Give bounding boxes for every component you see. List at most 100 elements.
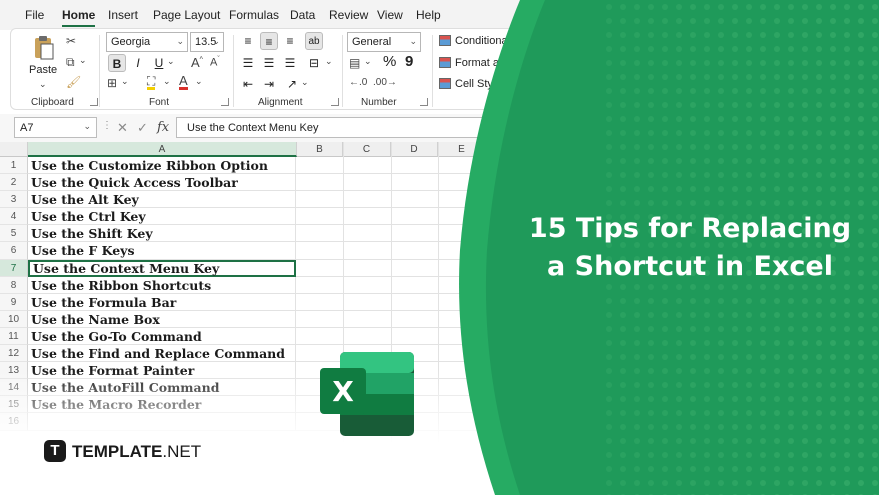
number-format-select[interactable]: General ⌄ bbox=[347, 32, 421, 52]
insert-function-icon[interactable]: fx bbox=[157, 120, 169, 135]
column-header-b[interactable]: B bbox=[297, 142, 343, 157]
menu-view[interactable]: View bbox=[377, 8, 403, 22]
accounting-format-icon[interactable]: ▤ bbox=[349, 56, 360, 70]
name-box[interactable]: A7 ⌄ bbox=[14, 117, 97, 138]
row-header[interactable]: 12 bbox=[0, 345, 28, 363]
cell-a[interactable]: Use the Find and Replace Command bbox=[28, 345, 296, 363]
align-right-icon[interactable]: ☰ bbox=[281, 54, 299, 72]
align-middle-icon[interactable]: ≡ bbox=[260, 32, 278, 50]
alignment-launcher-icon[interactable] bbox=[331, 98, 339, 106]
percent-button[interactable]: % bbox=[383, 53, 396, 70]
cut-icon[interactable]: ✂ bbox=[66, 34, 76, 48]
format-as-table-button[interactable]: Format as Table bbox=[439, 57, 534, 69]
clipboard-launcher-icon[interactable] bbox=[90, 98, 98, 106]
cell-a[interactable]: Use the Ctrl Key bbox=[28, 208, 296, 226]
column-header-a[interactable]: A bbox=[28, 142, 297, 157]
paste-label[interactable]: Paste bbox=[29, 64, 57, 76]
table-row: Use the Formula Bar bbox=[28, 293, 879, 311]
decrease-font-icon[interactable]: Aˇ bbox=[210, 56, 220, 69]
row-header[interactable]: 4 bbox=[0, 208, 28, 226]
decrease-decimal-icon[interactable]: .00→ bbox=[373, 77, 397, 88]
menu-formulas[interactable]: Formulas bbox=[229, 8, 279, 22]
row-header[interactable]: 3 bbox=[0, 191, 28, 209]
menu-home[interactable]: Home bbox=[62, 8, 96, 27]
italic-button[interactable]: I bbox=[129, 54, 147, 72]
fill-color-icon[interactable]: ⛶ bbox=[147, 75, 156, 90]
paste-icon[interactable] bbox=[33, 35, 55, 61]
row-header[interactable]: 8 bbox=[0, 276, 28, 294]
font-size-select[interactable]: 13.5 ⌄ bbox=[190, 32, 224, 52]
increase-font-icon[interactable]: A^ bbox=[191, 55, 203, 70]
bold-button[interactable]: B bbox=[108, 54, 126, 72]
cell-a[interactable]: Use the Shift Key bbox=[28, 225, 296, 243]
row-header[interactable]: 5 bbox=[0, 225, 28, 243]
increase-indent-icon[interactable]: ⇥ bbox=[260, 75, 278, 93]
divider bbox=[432, 35, 433, 107]
wrap-text-icon[interactable]: ab bbox=[305, 32, 323, 50]
font-color-dropdown-icon[interactable]: ⌄ bbox=[195, 76, 203, 87]
copy-icon[interactable]: ⧉ bbox=[66, 55, 75, 70]
table-row: Use the Quick Access Toolbar bbox=[28, 174, 879, 192]
conditional-formatting-button[interactable]: Conditional Forma bbox=[439, 35, 545, 47]
menu-page-layout[interactable]: Page Layout bbox=[153, 8, 220, 22]
number-launcher-icon[interactable] bbox=[420, 98, 428, 106]
row-header[interactable]: 2 bbox=[0, 174, 28, 192]
cell-a[interactable]: Use the Go-To Command bbox=[28, 327, 296, 345]
borders-icon[interactable]: ⊞ bbox=[107, 76, 117, 90]
cell-a[interactable]: Use the Name Box bbox=[28, 310, 296, 328]
cell-a[interactable]: Use the Quick Access Toolbar bbox=[28, 174, 296, 192]
menu-file[interactable]: File bbox=[25, 8, 44, 22]
accounting-dropdown-icon[interactable]: ⌄ bbox=[364, 56, 372, 67]
headline-line-1: 15 Tips for Replacing bbox=[528, 213, 852, 244]
menu-review[interactable]: Review bbox=[329, 8, 368, 22]
column-header-c[interactable]: C bbox=[343, 142, 391, 157]
fill-color-dropdown-icon[interactable]: ⌄ bbox=[163, 76, 171, 87]
merge-center-icon[interactable]: ⊟ bbox=[305, 54, 323, 72]
cell-a[interactable]: Use the F Keys bbox=[28, 242, 296, 260]
increase-decimal-icon[interactable]: ←.0 bbox=[349, 77, 367, 88]
cell-styles-button[interactable]: Cell Styles bbox=[439, 78, 507, 90]
column-header-d[interactable]: D bbox=[391, 142, 438, 157]
font-color-icon[interactable]: A bbox=[179, 74, 188, 90]
row-header[interactable]: 9 bbox=[0, 293, 28, 311]
menu-insert[interactable]: Insert bbox=[108, 8, 138, 22]
align-center-icon[interactable]: ☰ bbox=[260, 54, 278, 72]
row-header[interactable]: 11 bbox=[0, 327, 28, 346]
row-header[interactable]: 7 bbox=[0, 259, 28, 277]
copy-dropdown-icon[interactable]: ⌄ bbox=[79, 55, 87, 66]
font-launcher-icon[interactable] bbox=[221, 98, 229, 106]
cell-a[interactable]: Use the Customize Ribbon Option bbox=[28, 157, 296, 174]
orientation-dropdown-icon[interactable]: ⌄ bbox=[301, 77, 309, 88]
format-painter-icon[interactable]: 🖌 bbox=[66, 75, 81, 89]
decrease-indent-icon[interactable]: ⇤ bbox=[239, 75, 257, 93]
row-header[interactable]: 10 bbox=[0, 310, 28, 328]
formula-input[interactable]: Use the Context Menu Key bbox=[176, 117, 879, 138]
row-header[interactable]: 1 bbox=[0, 157, 28, 175]
underline-button[interactable]: U bbox=[150, 54, 168, 72]
row-header[interactable]: 6 bbox=[0, 242, 28, 260]
cell-a[interactable]: Use the Ribbon Shortcuts bbox=[28, 276, 296, 294]
align-left-icon[interactable]: ☰ bbox=[239, 54, 257, 72]
select-all-corner[interactable] bbox=[0, 142, 28, 157]
paste-dropdown-icon[interactable]: ⌄ bbox=[39, 79, 47, 90]
active-cell[interactable]: Use the Context Menu Key bbox=[28, 259, 296, 277]
merge-dropdown-icon[interactable]: ⌄ bbox=[325, 56, 333, 67]
menu-help[interactable]: Help bbox=[416, 8, 441, 22]
orientation-icon[interactable]: ↗ bbox=[283, 75, 301, 93]
underline-dropdown-icon[interactable]: ⌄ bbox=[167, 56, 175, 67]
cell-a[interactable]: Use the Formula Bar bbox=[28, 293, 296, 311]
menu-data[interactable]: Data bbox=[290, 8, 315, 22]
align-top-icon[interactable]: ≡ bbox=[239, 32, 257, 50]
column-header-e[interactable]: E bbox=[438, 142, 486, 157]
excel-logo-icon: X bbox=[320, 352, 414, 436]
align-bottom-icon[interactable]: ≡ bbox=[281, 32, 299, 50]
cell-styles-label: Cell Styles bbox=[455, 78, 507, 90]
formula-bar: A7 ⌄ ⋮ ✕ ✓ fx Use the Context Menu Key bbox=[0, 114, 879, 142]
enter-icon[interactable]: ✓ bbox=[137, 120, 148, 136]
font-name-select[interactable]: Georgia ⌄ bbox=[106, 32, 188, 52]
chevron-down-icon: ⌄ bbox=[83, 121, 91, 131]
cancel-icon[interactable]: ✕ bbox=[117, 120, 128, 136]
cell-a[interactable]: Use the Alt Key bbox=[28, 191, 296, 209]
borders-dropdown-icon[interactable]: ⌄ bbox=[121, 76, 129, 87]
comma-style-button[interactable]: 9 bbox=[405, 53, 413, 70]
